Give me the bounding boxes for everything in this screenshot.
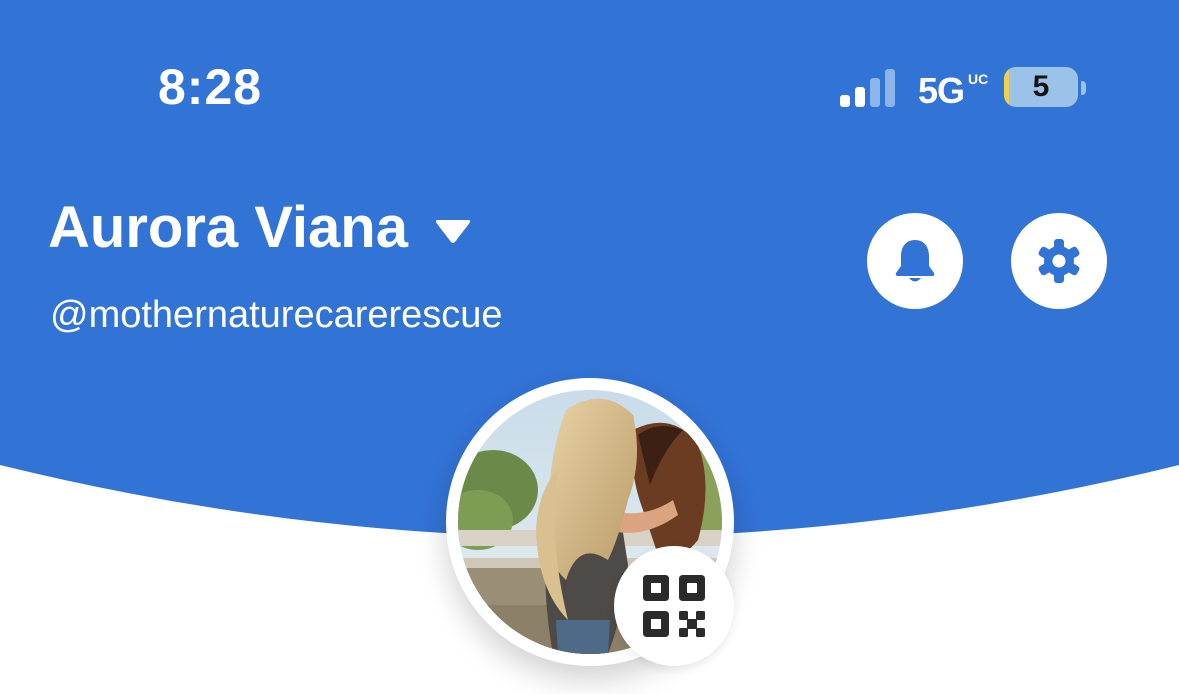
qr-code-button[interactable] [614, 546, 734, 666]
gear-icon [1038, 239, 1080, 283]
settings-button[interactable] [1011, 213, 1107, 309]
notifications-button[interactable] [867, 213, 963, 309]
network-type: 5G [918, 70, 965, 111]
battery-level: 5 [1032, 70, 1050, 103]
battery-indicator: 5 [1004, 67, 1078, 107]
bell-icon [895, 240, 935, 282]
account-switcher[interactable]: Aurora Viana [48, 194, 472, 261]
qr-code-icon [643, 575, 705, 637]
status-time: 8:28 [158, 59, 263, 115]
battery-cap [1081, 81, 1086, 95]
network-badge: UC [968, 71, 989, 87]
display-name: Aurora Viana [48, 195, 408, 260]
cellular-signal-icon [840, 69, 895, 107]
username: @mothernaturecarerescue [50, 294, 503, 336]
chevron-down-icon [435, 219, 471, 243]
